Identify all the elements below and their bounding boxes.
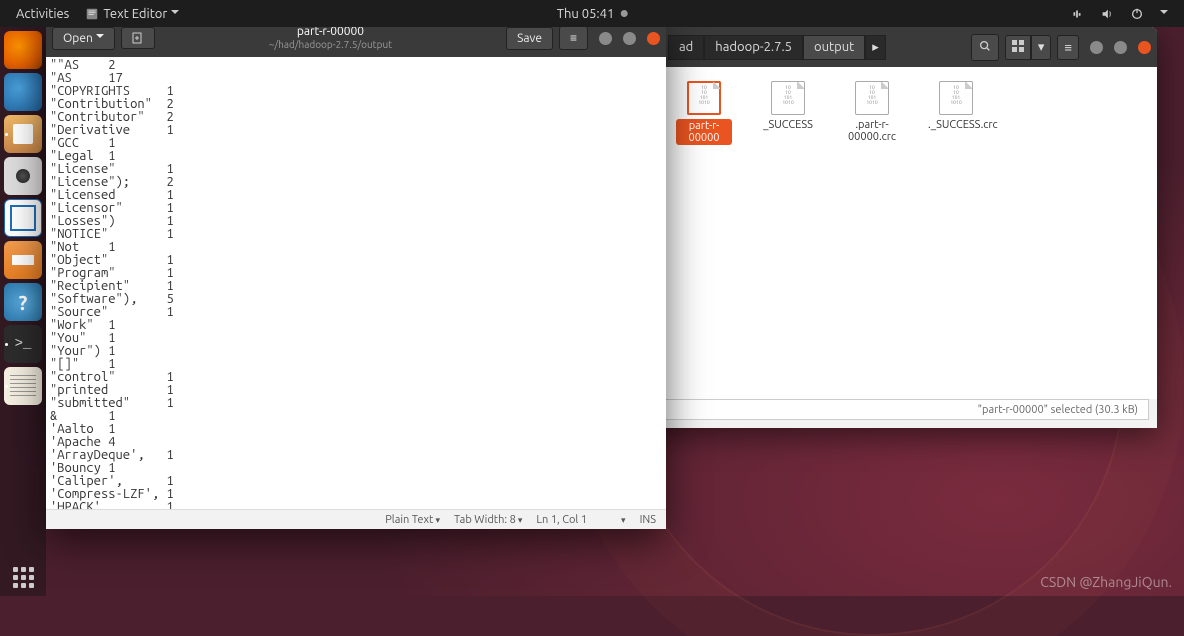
crumb-hadoop[interactable]: hadoop-2.7.5: [704, 35, 803, 60]
top-panel: Activities Text Editor Thu 05:41: [0, 0, 1184, 27]
network-indicator[interactable]: [1062, 7, 1092, 21]
file-success-crc[interactable]: ._SUCCESS.crc: [928, 81, 984, 131]
file-label: part-r-00000: [676, 119, 732, 145]
file-thumb-icon: [855, 81, 889, 115]
close-button[interactable]: [647, 32, 660, 45]
firefox-launcher[interactable]: [4, 31, 42, 69]
chevron-down-icon: [171, 10, 179, 18]
minimize-button[interactable]: [599, 32, 612, 45]
tab-width-selector[interactable]: Tab Width: 8: [454, 514, 522, 526]
ins-indicator: INS: [640, 514, 656, 526]
file-label: .part-r-00000.crc: [844, 119, 900, 143]
files-launcher[interactable]: [4, 115, 42, 153]
maximize-button[interactable]: [1114, 41, 1127, 54]
gedit-title: part-r-00000 ~/had/hadoop-2.7.5/output: [161, 25, 500, 51]
search-button[interactable]: [971, 34, 999, 61]
app-menu[interactable]: Text Editor: [77, 7, 187, 21]
file-thumb-icon: [771, 81, 805, 115]
file-part-r-00000[interactable]: part-r-00000: [676, 81, 732, 145]
text-editor-icon: [85, 7, 99, 21]
crumb-expand[interactable]: ▸: [865, 35, 886, 60]
file-success[interactable]: _SUCCESS: [760, 81, 816, 131]
save-button[interactable]: Save: [506, 27, 553, 50]
gedit-launcher[interactable]: [4, 367, 42, 405]
file-part-crc[interactable]: .part-r-00000.crc: [844, 81, 900, 143]
activities-button[interactable]: Activities: [8, 7, 77, 21]
writer-launcher[interactable]: [4, 199, 42, 237]
software-launcher[interactable]: [4, 241, 42, 279]
clock[interactable]: Thu 05:41: [557, 7, 628, 21]
file-thumb-icon: [687, 81, 721, 115]
new-tab-button[interactable]: [121, 27, 155, 49]
network-icon: [1070, 7, 1084, 21]
gedit-filepath: ~/had/hadoop-2.7.5/output: [161, 39, 500, 51]
launcher-dock: ? >_: [0, 27, 46, 596]
crumb-output[interactable]: output: [803, 35, 865, 60]
system-menu[interactable]: [1152, 10, 1176, 18]
close-button[interactable]: [1138, 41, 1151, 54]
grid-icon: [1012, 40, 1024, 52]
gedit-hamburger[interactable]: ≡: [559, 26, 588, 50]
cursor-position: Ln 1, Col 1: [536, 514, 587, 526]
speaker-icon: [1100, 7, 1114, 21]
terminal-launcher[interactable]: >_: [4, 325, 42, 363]
apps-grid-button[interactable]: [4, 558, 42, 596]
view-menu-button[interactable]: ▾: [1031, 35, 1052, 60]
crumb-ad[interactable]: ad: [668, 35, 704, 60]
text-view[interactable]: ""AS 2 "AS 17 "COPYRIGHTS 1 "Contributio…: [46, 57, 666, 509]
power-indicator[interactable]: [1122, 7, 1152, 21]
file-label: _SUCCESS: [760, 119, 816, 131]
clock-label: Thu 05:41: [557, 7, 615, 21]
help-launcher[interactable]: ?: [4, 283, 42, 321]
chevron-down-icon: [96, 34, 104, 42]
view-grid-button[interactable]: [1005, 35, 1031, 60]
breadcrumb: ad hadoop-2.7.5 output ▸: [668, 35, 886, 60]
language-selector[interactable]: Plain Text: [385, 514, 440, 526]
new-doc-icon: [132, 32, 144, 44]
insert-mode[interactable]: [621, 514, 626, 526]
power-icon: [1130, 7, 1144, 21]
file-thumb-icon: [939, 81, 973, 115]
open-button[interactable]: Open: [52, 27, 115, 50]
app-menu-label: Text Editor: [103, 7, 167, 21]
chevron-down-icon: [1160, 10, 1168, 18]
search-icon: [978, 39, 992, 53]
maximize-button[interactable]: [623, 32, 636, 45]
gedit-window: Open part-r-00000 ~/had/hadoop-2.7.5/out…: [46, 19, 666, 529]
gedit-statusbar: Plain Text Tab Width: 8 Ln 1, Col 1 INS: [46, 509, 666, 529]
hamburger-button[interactable]: ≡: [1057, 35, 1079, 60]
thunderbird-launcher[interactable]: [4, 73, 42, 111]
file-label: ._SUCCESS.crc: [928, 119, 984, 131]
rhythmbox-launcher[interactable]: [4, 157, 42, 195]
watermark: CSDN @ZhangJiQun.: [1040, 574, 1172, 590]
minimize-button[interactable]: [1090, 41, 1103, 54]
sound-indicator[interactable]: [1092, 7, 1122, 21]
notification-dot-icon: [620, 10, 627, 17]
